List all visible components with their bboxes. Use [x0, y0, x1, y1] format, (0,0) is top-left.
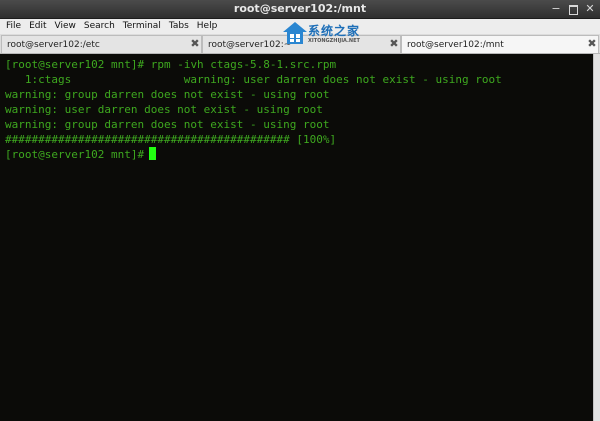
terminal-output[interactable]: [root@server102 mnt]# rpm -ivh ctags-5.8…	[0, 54, 593, 421]
window-titlebar: root@server102:/mnt − ✕	[0, 0, 600, 19]
tab-label: root@server102:/mnt	[407, 40, 504, 50]
progress-line: ########################################…	[5, 133, 337, 146]
command-text: rpm -ivh ctags-5.8-1.src.rpm	[150, 58, 337, 71]
maximize-button[interactable]	[566, 2, 580, 16]
menu-file[interactable]: File	[0, 19, 25, 34]
close-window-button[interactable]: ✕	[583, 2, 597, 16]
terminal-scrollbar[interactable]	[593, 54, 600, 421]
maximize-icon	[569, 5, 578, 15]
menu-tabs[interactable]: Tabs	[165, 19, 193, 34]
menu-view[interactable]: View	[51, 19, 80, 34]
output-line: warning: group darren does not exist - u…	[5, 88, 330, 101]
watermark-logo: 系统之家 XITONGZHIJIA.NET	[282, 20, 394, 50]
menu-edit[interactable]: Edit	[25, 19, 50, 34]
tab-label: root@server102:/etc	[7, 40, 100, 50]
menu-search[interactable]: Search	[80, 19, 119, 34]
tab-etc[interactable]: root@server102:/etc ✖	[1, 35, 202, 53]
minimize-button[interactable]: −	[549, 2, 563, 16]
tab-label: root@server102:~	[208, 40, 292, 50]
tab-close-icon[interactable]: ✖	[189, 38, 201, 50]
house-logo-icon	[283, 22, 307, 44]
output-line: warning: group darren does not exist - u…	[5, 118, 330, 131]
output-line: 1:ctags warning: user darren does not ex…	[5, 73, 502, 86]
tab-mnt[interactable]: root@server102:/mnt ✖	[401, 35, 599, 53]
watermark-site: XITONGZHIJIA.NET	[308, 38, 360, 44]
tab-close-icon[interactable]: ✖	[586, 38, 598, 50]
text-cursor	[149, 147, 157, 160]
menu-terminal[interactable]: Terminal	[119, 19, 165, 34]
output-line: warning: user darren does not exist - us…	[5, 103, 323, 116]
shell-prompt: [root@server102 mnt]#	[5, 58, 145, 71]
window-title: root@server102:/mnt	[233, 2, 367, 15]
menu-help[interactable]: Help	[193, 19, 222, 34]
shell-prompt: [root@server102 mnt]#	[5, 148, 145, 161]
final-prompt-line: [root@server102 mnt]#	[5, 147, 593, 162]
watermark-name: 系统之家	[308, 24, 361, 38]
command-line: [root@server102 mnt]# rpm -ivh ctags-5.8…	[5, 57, 593, 72]
